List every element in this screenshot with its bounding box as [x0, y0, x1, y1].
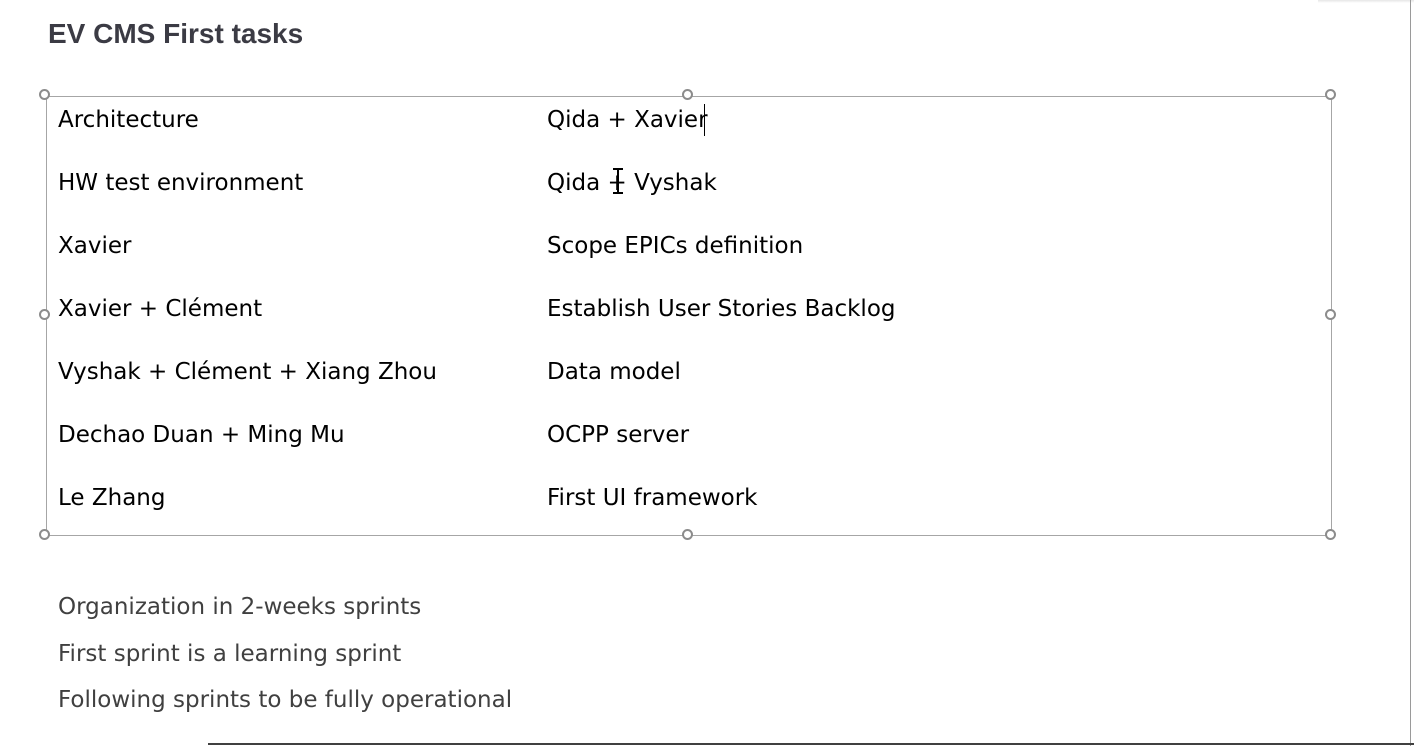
- table-cell-left[interactable]: Dechao Duan + Ming Mu: [58, 412, 345, 458]
- selection-handle-icon[interactable]: [39, 89, 50, 100]
- task-table[interactable]: Architecture Qida + Xavier HW test envir…: [46, 96, 1332, 536]
- table-cell-left[interactable]: Le Zhang: [58, 475, 165, 521]
- table-cell-left[interactable]: Vyshak + Clément + Xiang Zhou: [58, 349, 437, 395]
- table-row[interactable]: Le Zhang First UI framework: [47, 475, 1333, 515]
- i-beam-pointer-icon: [613, 168, 623, 194]
- text-cursor-icon: [704, 104, 705, 136]
- notes-list: Organization in 2-weeks sprints First sp…: [58, 584, 512, 724]
- table-row[interactable]: Vyshak + Clément + Xiang Zhou Data model: [47, 349, 1333, 389]
- table-cell-left[interactable]: Architecture: [58, 97, 199, 143]
- selection-handle-icon[interactable]: [39, 309, 50, 320]
- list-item[interactable]: Organization in 2-weeks sprints: [58, 584, 512, 631]
- table-cell-right[interactable]: Data model: [547, 349, 681, 395]
- table-row[interactable]: HW test environment Qida + Vyshak: [47, 160, 1333, 200]
- table-row[interactable]: Xavier Scope EPICs definition: [47, 223, 1333, 263]
- table-cell-left[interactable]: Xavier: [58, 223, 131, 269]
- window-shadow: [1318, 0, 1414, 3]
- selection-handle-icon[interactable]: [682, 529, 693, 540]
- table-cell-left[interactable]: Xavier + Clément: [58, 286, 262, 332]
- table-cell-right[interactable]: Qida + Vyshak: [547, 160, 717, 206]
- selection-handle-icon[interactable]: [1325, 89, 1336, 100]
- bottom-divider: [208, 743, 1414, 745]
- table-cell-left[interactable]: HW test environment: [58, 160, 303, 206]
- list-item[interactable]: Following sprints to be fully operationa…: [58, 677, 512, 724]
- selection-handle-icon[interactable]: [1325, 529, 1336, 540]
- selection-handle-icon[interactable]: [39, 529, 50, 540]
- table-cell-right[interactable]: Establish User Stories Backlog: [547, 286, 896, 332]
- table-cell-right[interactable]: Qida + Xavier: [547, 97, 708, 143]
- slide-title[interactable]: EV CMS First tasks: [48, 16, 303, 52]
- selection-handle-icon[interactable]: [1325, 309, 1336, 320]
- table-cell-right[interactable]: OCPP server: [547, 412, 689, 458]
- slide-right-edge: [1410, 0, 1411, 746]
- table-cell-right[interactable]: First UI framework: [547, 475, 758, 521]
- table-row[interactable]: Xavier + Clément Establish User Stories …: [47, 286, 1333, 326]
- table-cell-right[interactable]: Scope EPICs definition: [547, 223, 803, 269]
- table-row[interactable]: Dechao Duan + Ming Mu OCPP server: [47, 412, 1333, 452]
- table-row[interactable]: Architecture Qida + Xavier: [47, 97, 1333, 137]
- selection-handle-icon[interactable]: [682, 89, 693, 100]
- list-item[interactable]: First sprint is a learning sprint: [58, 631, 512, 678]
- slide-canvas: EV CMS First tasks Architecture Qida + X…: [0, 0, 1414, 746]
